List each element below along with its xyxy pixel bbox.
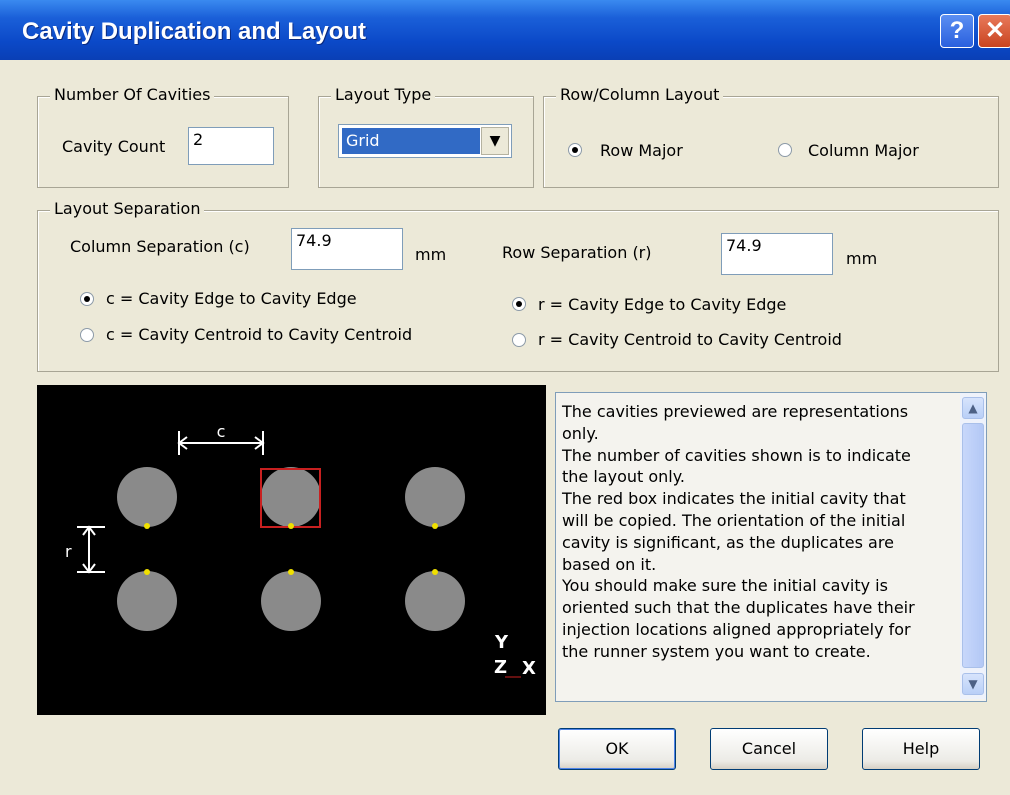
column-separation-unit: mm (415, 245, 447, 264)
chevron-down-icon[interactable]: ▼ (481, 127, 509, 155)
gate-point (432, 523, 438, 529)
info-line: The cavities previewed are representatio… (562, 402, 909, 421)
cavity-circle-initial (261, 467, 321, 527)
info-line: The red box indicates the initial cavity… (562, 489, 906, 509)
gate-point (288, 523, 294, 529)
gate-point (144, 523, 150, 529)
layout-type-selected: Grid (342, 128, 480, 154)
cavity-count-label: Cavity Count (62, 137, 166, 156)
title-bar[interactable]: Cavity Duplication and Layout ? ✕ (0, 0, 1010, 60)
dialog-window: Cavity Duplication and Layout ? ✕ Number… (0, 0, 1010, 795)
scroll-up-icon[interactable]: ▲ (962, 397, 984, 419)
cavity-count-input[interactable]: 2 (188, 127, 274, 165)
row-separation-input[interactable]: 74.9 (721, 233, 833, 275)
row-edge-radio[interactable] (512, 297, 526, 311)
info-line: will be copied. The orientation of the i… (562, 510, 906, 530)
row-edge-label[interactable]: r = Cavity Edge to Cavity Edge (538, 295, 786, 314)
info-line: cavity is significant, as the duplicates… (562, 532, 894, 552)
cavity-circle (261, 571, 321, 631)
info-scrollbar[interactable]: ▲ ▼ (960, 393, 986, 699)
number-of-cavities-legend: Number Of Cavities (50, 85, 215, 104)
info-line: injection locations aligned appropriatel… (562, 619, 911, 639)
close-x-icon[interactable]: ✕ (978, 14, 1010, 48)
axis-x-label: X (522, 658, 536, 679)
column-centroid-label[interactable]: c = Cavity Centroid to Cavity Centroid (106, 325, 412, 344)
cavity-circle (117, 571, 177, 631)
scroll-down-icon[interactable]: ▼ (962, 673, 984, 695)
cancel-button[interactable]: Cancel (710, 728, 828, 770)
help-question-icon[interactable]: ? (940, 14, 974, 48)
row-separation-label: Row Separation (r) (502, 243, 652, 262)
cavity-circle (405, 467, 465, 527)
layout-preview: c r Y Z X (37, 385, 546, 715)
info-line: the runner system you want to create. (562, 641, 871, 661)
r-label: r (65, 542, 72, 561)
info-line: The number of cavities shown is to indic… (562, 445, 911, 465)
column-centroid-radio[interactable] (80, 328, 94, 342)
axis-y-label: Y (494, 632, 509, 653)
gate-point (144, 569, 150, 575)
column-separation-label: Column Separation (c) (70, 237, 250, 256)
column-edge-label[interactable]: c = Cavity Edge to Cavity Edge (106, 289, 357, 308)
layout-type-legend: Layout Type (331, 85, 436, 104)
row-column-layout-group: Row/Column Layout Row Major Column Major (543, 85, 999, 188)
info-line: based on it. (562, 554, 657, 574)
dialog-title: Cavity Duplication and Layout (22, 18, 367, 45)
cavity-circle (405, 571, 465, 631)
info-line: the layout only. (562, 467, 685, 487)
row-major-label[interactable]: Row Major (600, 141, 683, 160)
info-text: The cavities previewed are representatio… (562, 401, 952, 663)
info-line: You should make sure the initial cavity … (562, 576, 888, 596)
row-separation-unit: mm (846, 249, 878, 268)
column-separation-input[interactable]: 74.9 (291, 228, 403, 270)
info-textbox[interactable]: The cavities previewed are representatio… (555, 392, 987, 702)
c-label: c (217, 422, 226, 441)
column-major-radio[interactable] (778, 143, 792, 157)
layout-separation-legend: Layout Separation (50, 199, 205, 218)
gate-point (432, 569, 438, 575)
row-centroid-radio[interactable] (512, 333, 526, 347)
info-line: only. (562, 423, 599, 443)
number-of-cavities-group: Number Of Cavities Cavity Count 2 (37, 85, 289, 188)
preview-drawing: c r Y Z X (65, 422, 536, 679)
info-line: oriented such that the duplicates have t… (562, 598, 915, 618)
row-major-radio[interactable] (568, 143, 582, 157)
cavity-circle (117, 467, 177, 527)
help-button[interactable]: Help (862, 728, 980, 770)
scroll-thumb[interactable] (962, 423, 984, 668)
ok-button[interactable]: OK (558, 728, 676, 770)
layout-separation-group: Layout Separation Column Separation (c) … (37, 199, 999, 372)
row-centroid-label[interactable]: r = Cavity Centroid to Cavity Centroid (538, 330, 842, 349)
column-major-label[interactable]: Column Major (808, 141, 919, 160)
axis-z-label: Z (494, 657, 507, 678)
layout-type-dropdown[interactable]: Grid ▼ (338, 124, 512, 158)
row-column-layout-legend: Row/Column Layout (556, 85, 724, 104)
column-edge-radio[interactable] (80, 292, 94, 306)
gate-point (288, 569, 294, 575)
